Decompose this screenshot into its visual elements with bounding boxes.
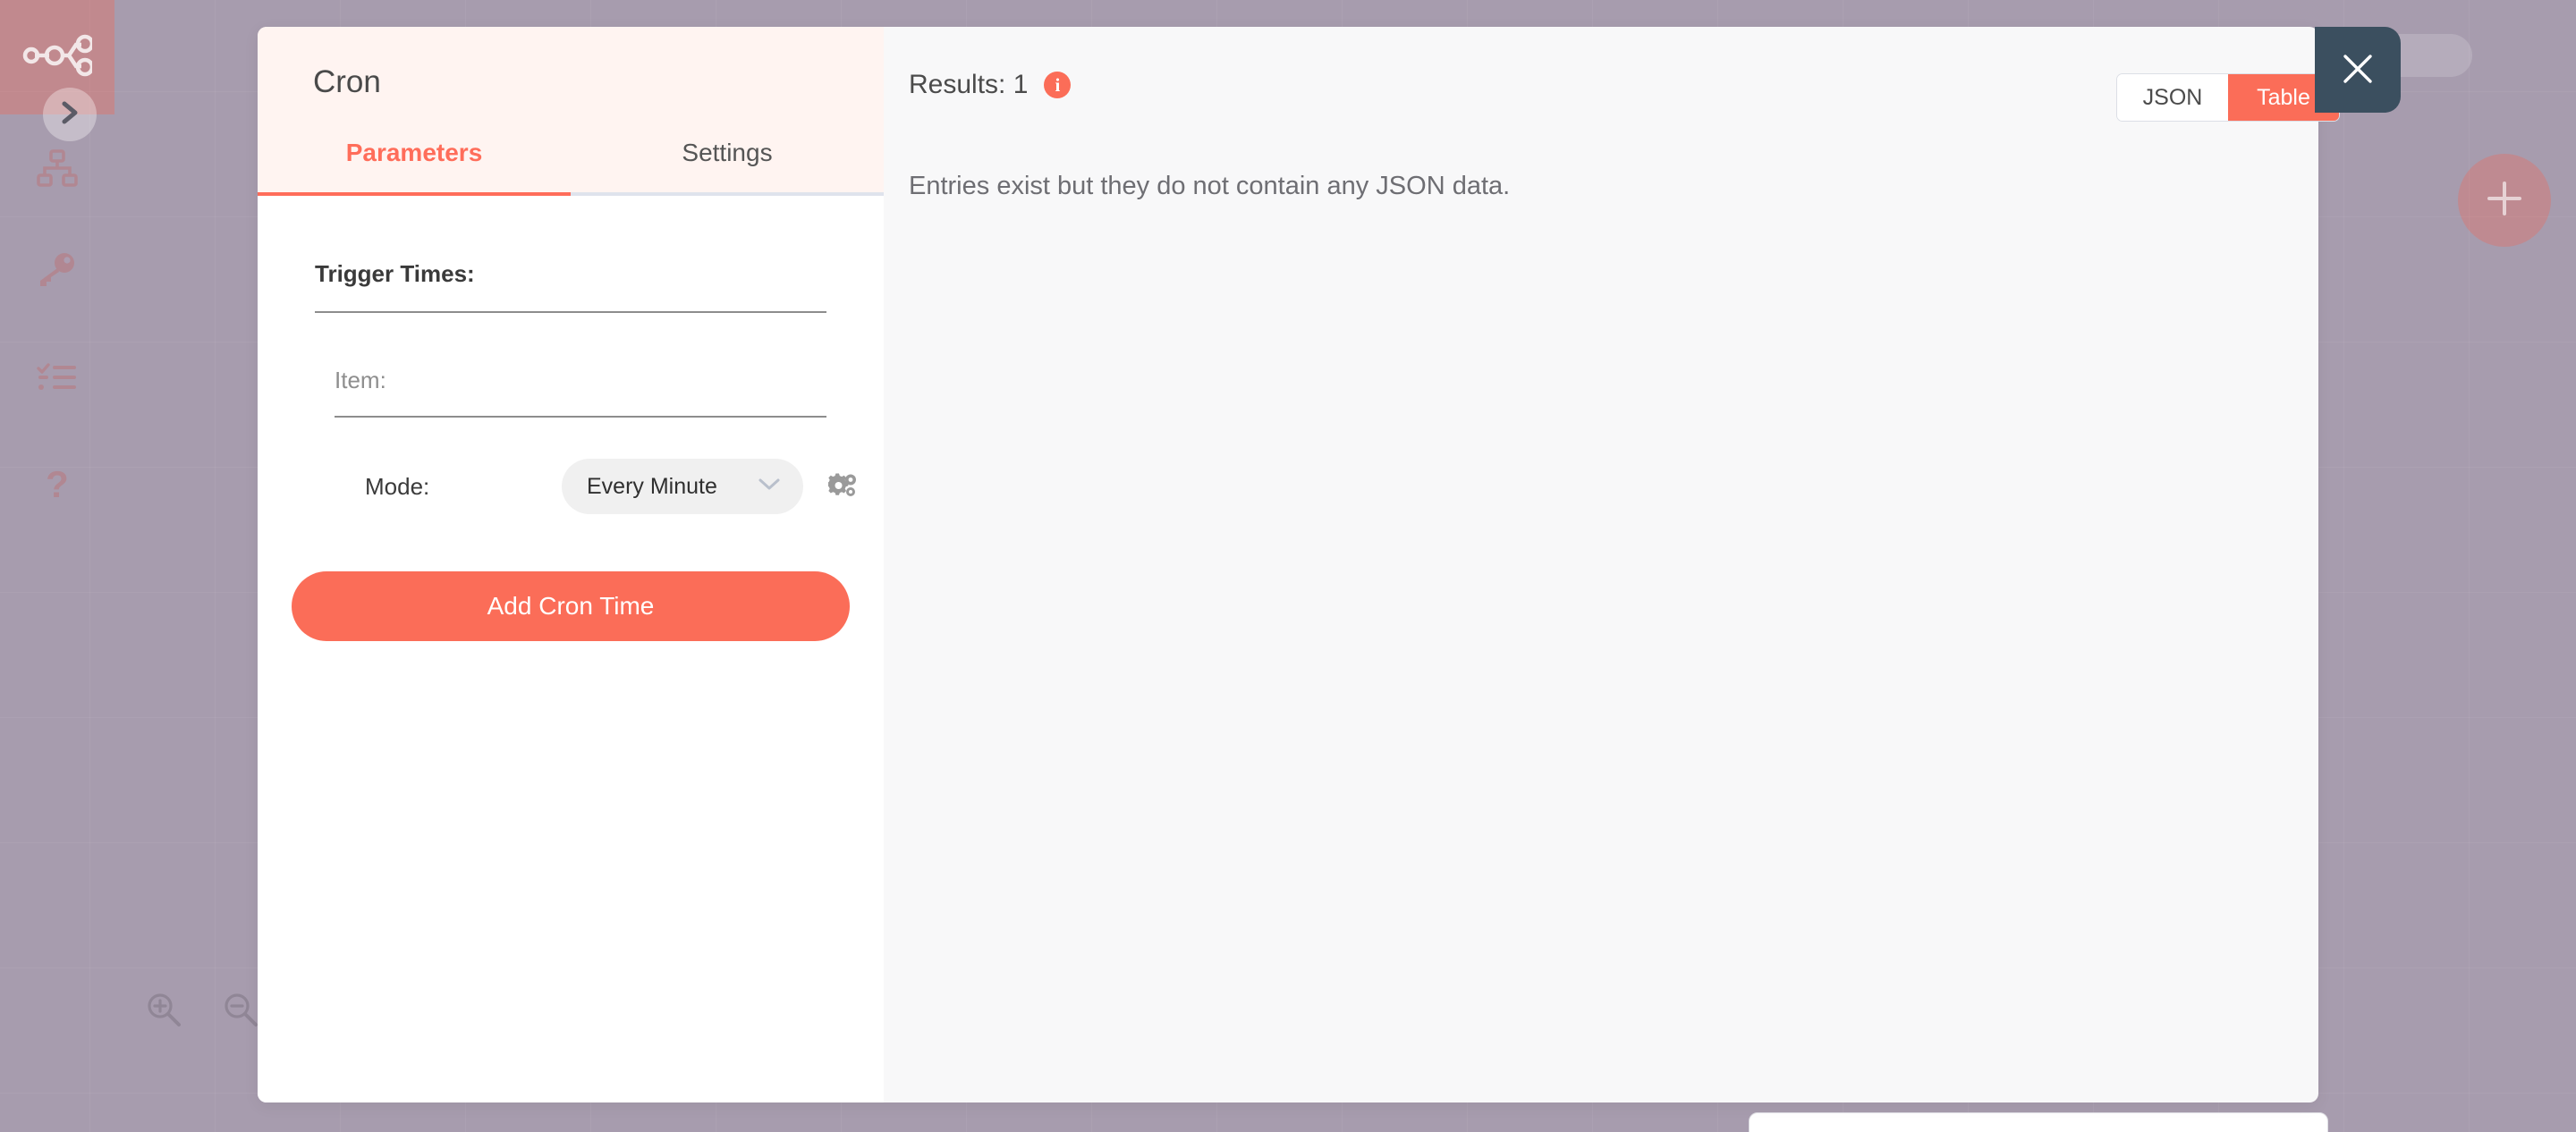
- sidebar-item-workflows[interactable]: [0, 136, 114, 200]
- sitemap-icon: [37, 149, 78, 187]
- sidebar: ?: [0, 0, 114, 1132]
- parameters-panel: Cron Parameters Settings Trigger Times: …: [258, 27, 884, 1102]
- output-message: Entries exist but they do not contain an…: [884, 143, 2318, 201]
- parameters-body: Trigger Times: Item: Mode: Every Minute: [258, 196, 884, 1102]
- output-header: Results: 1 i JSON Table Execute Node: [884, 27, 2318, 143]
- trigger-times-label: Trigger Times:: [315, 196, 826, 288]
- trigger-times-group: Trigger Times:: [258, 196, 884, 313]
- gears-icon[interactable]: [828, 471, 859, 502]
- mode-select-value: Every Minute: [587, 474, 717, 500]
- close-button[interactable]: [2315, 27, 2401, 113]
- sidebar-item-help[interactable]: ?: [0, 453, 114, 518]
- node-detail-view: Cron Parameters Settings Trigger Times: …: [258, 27, 2318, 1102]
- mode-label: Mode:: [365, 473, 562, 501]
- view-mode-json[interactable]: JSON: [2117, 74, 2228, 121]
- mode-row: Mode: Every Minute: [258, 418, 884, 514]
- mode-select[interactable]: Every Minute: [562, 459, 803, 514]
- tab-bar: Parameters Settings: [258, 139, 884, 196]
- view-mode-toggle: JSON Table: [2116, 73, 2340, 122]
- zoom-out-icon: [222, 991, 259, 1033]
- sidebar-item-credentials[interactable]: [0, 237, 114, 301]
- chevron-right-icon: [58, 99, 81, 131]
- tab-parameters[interactable]: Parameters: [258, 139, 571, 192]
- chevron-down-icon: [757, 477, 782, 497]
- add-node-button[interactable]: [2458, 154, 2551, 247]
- zoom-in-icon: [145, 991, 182, 1033]
- parameters-header: Cron Parameters Settings: [258, 27, 884, 196]
- output-panel: Results: 1 i JSON Table Execute Node: [884, 27, 2318, 1102]
- item-label: Item:: [335, 313, 826, 394]
- zoom-in-button[interactable]: [134, 982, 193, 1041]
- results-count: Results: 1: [909, 70, 1028, 100]
- workflow-canvas[interactable]: ?: [0, 0, 2576, 1132]
- tab-settings[interactable]: Settings: [571, 139, 884, 192]
- item-group: Item:: [258, 313, 884, 418]
- sidebar-item-executions[interactable]: [0, 345, 114, 410]
- checklist-icon: [37, 362, 78, 393]
- close-icon: [2337, 48, 2378, 92]
- plus-icon: [2484, 178, 2525, 224]
- results-count-wrap: Results: 1 i: [909, 70, 1071, 100]
- info-icon[interactable]: i: [1044, 72, 1071, 98]
- add-cron-time-button[interactable]: Add Cron Time: [292, 571, 850, 641]
- question-mark-icon: ?: [44, 467, 71, 504]
- svg-text:?: ?: [46, 467, 69, 504]
- n8n-nodes-logo-icon: [22, 32, 92, 83]
- key-icon: [38, 251, 77, 287]
- bottom-panel[interactable]: [1749, 1112, 2328, 1132]
- sidebar-expand-button[interactable]: [43, 88, 97, 141]
- page-title: Cron: [258, 66, 884, 97]
